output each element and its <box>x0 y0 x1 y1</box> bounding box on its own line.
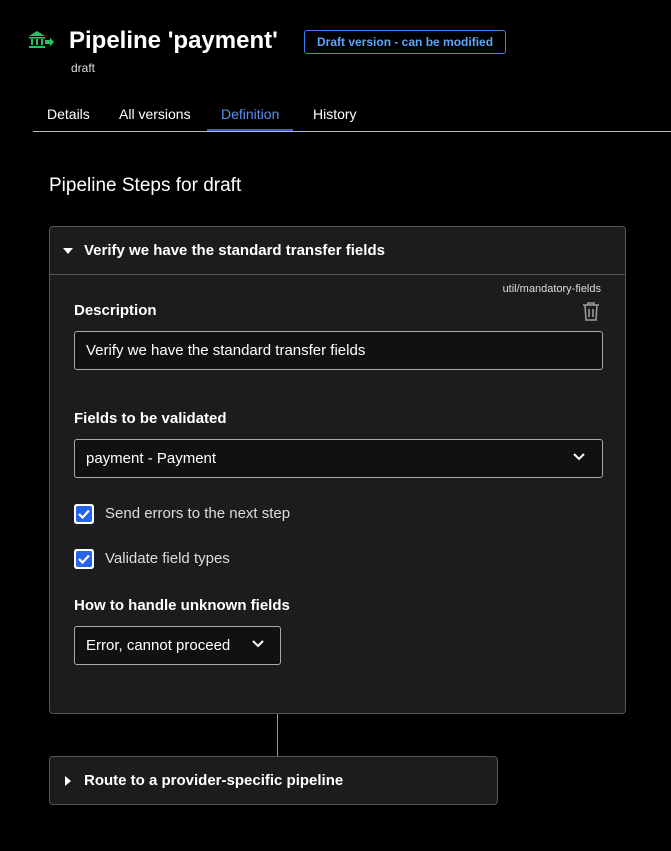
fields-label: Fields to be validated <box>74 410 227 427</box>
chevron-down-icon <box>573 453 585 461</box>
validate-types-checkbox[interactable] <box>74 549 94 569</box>
page-title: Pipeline 'payment' <box>69 27 278 54</box>
send-errors-checkbox[interactable] <box>74 504 94 524</box>
validate-types-label: Validate field types <box>105 550 230 567</box>
pipeline-step-card-collapsed[interactable]: Route to a provider-specific pipeline <box>49 756 498 805</box>
step-header-toggle[interactable]: Verify we have the standard transfer fie… <box>50 227 625 275</box>
send-errors-checkbox-row[interactable]: Send errors to the next step <box>74 503 334 525</box>
fields-select-value: payment - Payment <box>86 450 217 467</box>
tab-history[interactable]: History <box>299 96 371 131</box>
unknown-fields-label: How to handle unknown fields <box>74 597 290 614</box>
section-title: Pipeline Steps for draft <box>49 175 242 196</box>
bank-transfer-icon <box>29 31 54 48</box>
checkmark-icon <box>74 549 94 569</box>
page-subtitle: draft <box>71 61 96 75</box>
tab-definition[interactable]: Definition <box>207 96 294 131</box>
caret-down-icon <box>63 248 73 254</box>
status-badge: Draft version - can be modified <box>304 30 507 54</box>
checkmark-icon <box>74 504 94 524</box>
pipeline-step-card: Verify we have the standard transfer fie… <box>49 226 626 714</box>
step-title: Verify we have the standard transfer fie… <box>84 242 385 259</box>
chevron-down-icon <box>252 640 264 648</box>
validate-types-checkbox-row[interactable]: Validate field types <box>74 548 274 570</box>
tab-all-versions[interactable]: All versions <box>105 96 205 131</box>
unknown-fields-select[interactable]: Error, cannot proceed <box>74 626 281 665</box>
trash-icon[interactable] <box>582 301 600 321</box>
description-input[interactable] <box>74 331 603 370</box>
tab-bar: Details All versions Definition History <box>33 96 671 132</box>
tab-details[interactable]: Details <box>33 96 104 131</box>
description-label: Description <box>74 302 157 319</box>
send-errors-label: Send errors to the next step <box>105 505 291 522</box>
step-connector-line <box>277 714 278 756</box>
fields-select[interactable]: payment - Payment <box>74 439 603 478</box>
unknown-fields-select-value: Error, cannot proceed <box>86 637 231 654</box>
caret-right-icon <box>65 776 71 786</box>
step-type-label: util/mandatory-fields <box>502 283 601 295</box>
step-title: Route to a provider-specific pipeline <box>84 772 344 789</box>
